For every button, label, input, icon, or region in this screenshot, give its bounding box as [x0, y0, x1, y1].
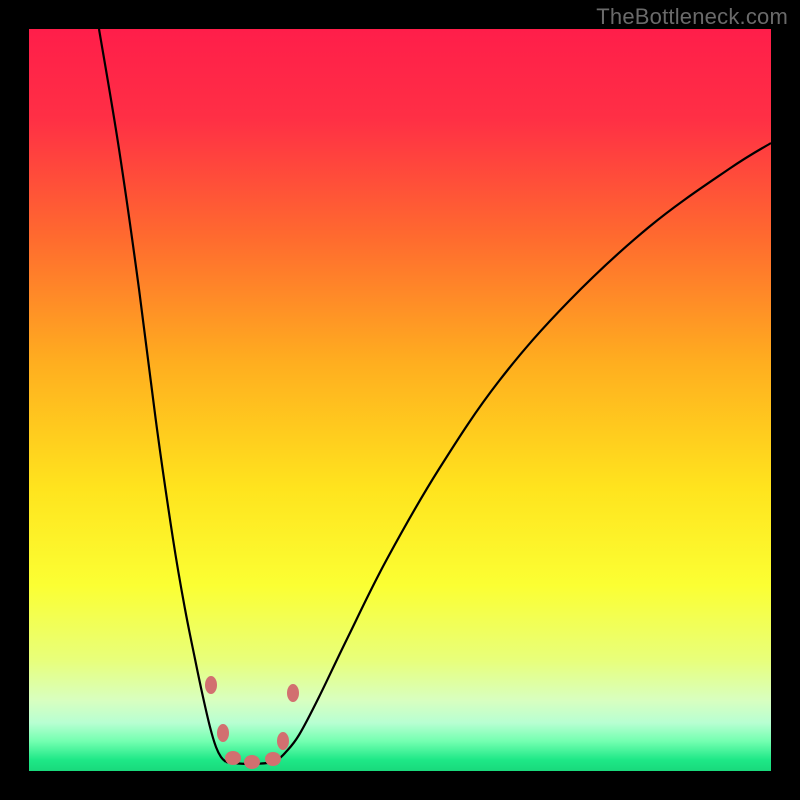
- background-gradient: [29, 29, 771, 771]
- plot-area: [29, 29, 771, 771]
- marker-right-lower: [277, 732, 289, 750]
- chart-svg: [29, 29, 771, 771]
- marker-min-right: [265, 752, 281, 766]
- marker-right-upper: [287, 684, 299, 702]
- marker-left-upper: [205, 676, 217, 694]
- marker-min-left: [225, 751, 241, 765]
- marker-min-center: [244, 755, 260, 769]
- watermark-text: TheBottleneck.com: [596, 4, 788, 30]
- marker-left-lower: [217, 724, 229, 742]
